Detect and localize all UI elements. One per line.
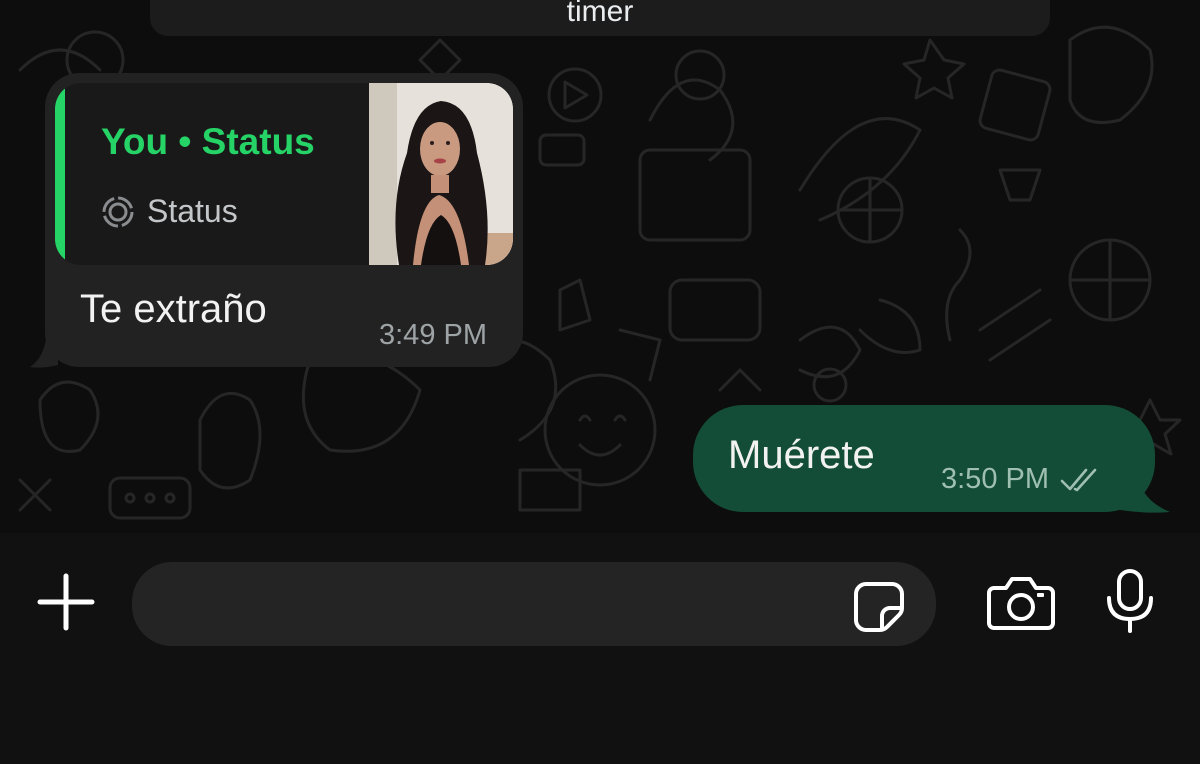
incoming-message-bubble[interactable]: You • Status Status Te extraño 3:49 PM	[45, 73, 523, 367]
incoming-message-time: 3:49 PM	[379, 319, 487, 351]
outgoing-message-time: 3:50 PM	[941, 463, 1049, 495]
status-photo	[369, 83, 513, 265]
message-input[interactable]	[132, 562, 936, 646]
outgoing-message-bubble[interactable]: Muérete 3:50 PM	[693, 405, 1155, 512]
quote-label: Status	[147, 193, 238, 229]
plus-icon[interactable]	[36, 572, 96, 632]
status-thumbnail[interactable]	[369, 83, 513, 265]
quote-accent-bar	[55, 83, 65, 265]
double-check-icon	[1060, 468, 1097, 491]
sticker-icon[interactable]	[852, 580, 906, 634]
incoming-message-text: Te extraño	[80, 287, 267, 331]
quote-subtitle: Status	[101, 193, 238, 230]
camera-icon[interactable]	[986, 574, 1056, 632]
quote-type: Status	[201, 121, 315, 162]
microphone-icon[interactable]	[1104, 568, 1156, 634]
status-icon	[102, 196, 134, 227]
quote-separator: •	[178, 121, 192, 162]
quote-title: You • Status	[101, 121, 315, 163]
outgoing-message-text: Muérete	[728, 433, 875, 477]
system-message-pill: timer	[150, 0, 1050, 36]
outgoing-message-meta: 3:50 PM	[941, 463, 1103, 496]
chat-area: timer You • Status Status Te extraño 3:4…	[0, 0, 1200, 533]
quoted-status-reply[interactable]: You • Status Status	[55, 83, 513, 265]
system-message-text: timer	[566, 0, 634, 28]
quote-author: You	[101, 121, 169, 162]
